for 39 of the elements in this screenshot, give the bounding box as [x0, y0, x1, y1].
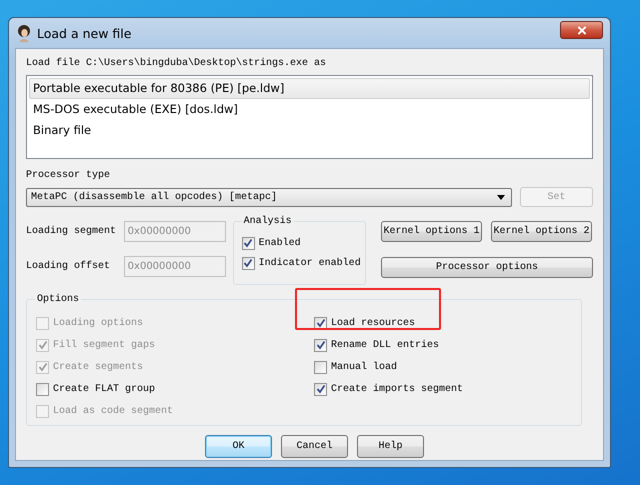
list-item[interactable]: MS-DOS executable (EXE) [dos.ldw]	[29, 99, 590, 120]
checkbox[interactable]	[314, 338, 327, 352]
list-item[interactable]: Binary file	[29, 120, 590, 141]
checkbox[interactable]	[314, 382, 327, 396]
group-title: Analysis	[242, 215, 294, 228]
checkbox-label: Rename DLL entries	[331, 340, 440, 350]
field-label: Loading segment	[26, 226, 116, 237]
portrait-icon	[16, 24, 32, 42]
checkbox[interactable]	[36, 382, 49, 396]
dropdown-arrow-icon	[497, 194, 506, 200]
dialog-button[interactable]: Cancel	[281, 435, 348, 458]
kernel-options-button[interactable]: Kernel options 2	[491, 221, 592, 242]
processor-dropdown[interactable]: MetaPC (disassemble all opcodes) [metapc]	[26, 188, 512, 206]
checkbox[interactable]	[242, 256, 255, 270]
load-file-label: Load file C:\Users\bingduba\Desktop\strings.exe as	[26, 57, 328, 71]
checkbox[interactable]	[242, 236, 255, 250]
checkbox-label: Load resources	[331, 318, 416, 328]
checkbox-label: Enabled	[258, 238, 301, 248]
dialog-button[interactable]: Help	[357, 435, 424, 458]
processor-type-label: Processor type	[26, 169, 112, 183]
processor-options-button[interactable]: Processor options	[381, 257, 593, 278]
close-button[interactable]	[560, 21, 603, 39]
checkbox-label: Create imports segment	[331, 384, 464, 394]
checkbox[interactable]	[314, 316, 327, 330]
checkbox[interactable]	[314, 360, 327, 374]
close-icon	[576, 26, 586, 34]
window-title: Load a new file	[37, 26, 132, 40]
checkbox-label: Create segments	[53, 362, 144, 372]
kernel-options-button[interactable]: Kernel options 1	[381, 221, 482, 242]
dialog-button[interactable]: OK	[205, 435, 272, 458]
list-item[interactable]: Portable executable for 80386 (PE) [pe.ldw]	[29, 78, 590, 99]
checkbox-label: Loading options	[53, 318, 144, 328]
field-label: Loading offset	[26, 261, 110, 272]
checkbox-label: Fill segment gaps	[53, 340, 156, 350]
group-title: Options	[35, 293, 82, 306]
checkbox-label: Create FLAT group	[53, 384, 156, 394]
checkbox-label: Indicator enabled	[258, 258, 361, 268]
checkbox-label: Load as code segment	[53, 406, 174, 416]
checkbox-label: Manual load	[331, 362, 398, 372]
